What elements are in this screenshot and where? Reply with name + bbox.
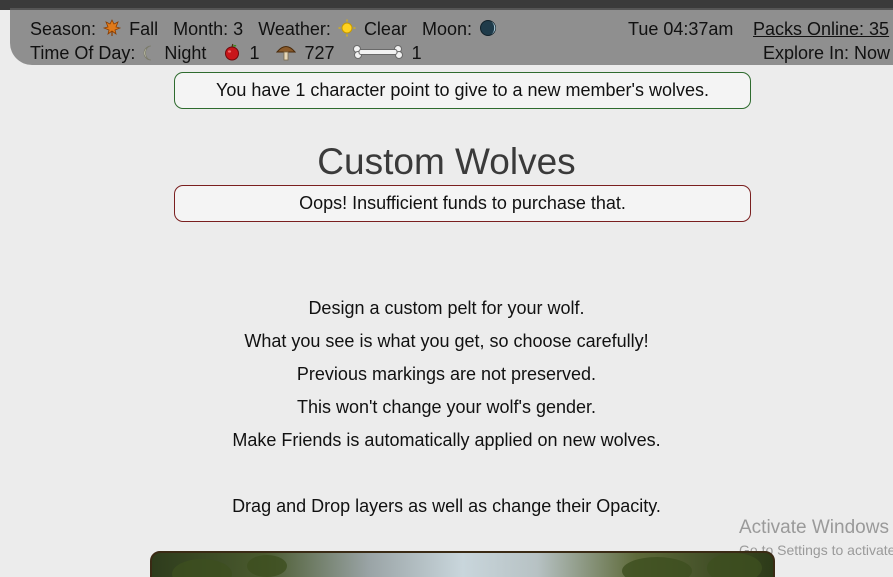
weather-label: Weather: bbox=[258, 19, 331, 39]
server-clock: Tue 04:37am bbox=[628, 19, 734, 39]
description-line: Previous markings are not preserved. bbox=[296, 364, 597, 384]
description-line: Drag and Drop layers as well as change t… bbox=[232, 496, 661, 516]
status-row-bottom: Time Of Day: Night 1 727 1 bbox=[30, 43, 432, 66]
moon-phase-icon bbox=[479, 19, 497, 42]
moon-label: Moon: bbox=[421, 19, 472, 39]
crescent-moon-icon bbox=[142, 45, 156, 66]
status-row-top: Season: Fall Month: 3 Weather: Clear Moo… bbox=[30, 19, 500, 42]
page-title: Custom Wolves bbox=[317, 141, 576, 182]
season-label: Season: bbox=[30, 19, 97, 39]
foliage-shape bbox=[172, 559, 232, 577]
bone-icon bbox=[352, 43, 404, 66]
time-of-day-value: Night bbox=[164, 43, 207, 63]
explore-status: Explore In: Now bbox=[763, 43, 891, 63]
maple-leaf-icon bbox=[102, 19, 122, 42]
description-line: Make Friends is automatically applied on… bbox=[232, 430, 661, 450]
wolf-preview-canvas[interactable] bbox=[150, 551, 775, 577]
apple-icon bbox=[223, 43, 241, 66]
weather-value: Clear bbox=[363, 19, 407, 39]
apple-count: 1 bbox=[249, 43, 260, 63]
foliage-shape bbox=[622, 557, 692, 577]
page: Season: Fall Month: 3 Weather: Clear Moo… bbox=[0, 0, 893, 577]
time-of-day-label: Time Of Day: bbox=[30, 43, 136, 63]
activate-windows-title: Activate Windows bbox=[739, 517, 889, 538]
mushroom-count: 727 bbox=[304, 43, 335, 63]
description-line: This won't change your wolf's gender. bbox=[296, 397, 597, 417]
sun-icon bbox=[338, 19, 356, 42]
status-bar: Season: Fall Month: 3 Weather: Clear Moo… bbox=[10, 8, 893, 65]
month-label: Month: bbox=[173, 19, 229, 39]
foliage-shape bbox=[247, 555, 287, 577]
character-points-notice: You have 1 character point to give to a … bbox=[174, 72, 751, 109]
packs-online-link[interactable]: Packs Online: 35 bbox=[753, 19, 889, 40]
month-value: 3 bbox=[233, 19, 244, 39]
error-notice: Oops! Insufficient funds to purchase tha… bbox=[174, 185, 751, 222]
bone-count: 1 bbox=[411, 43, 422, 63]
season-value: Fall bbox=[129, 19, 159, 39]
foliage-shape bbox=[707, 553, 762, 577]
description-line: What you see is what you get, so choose … bbox=[244, 331, 649, 351]
mushroom-icon bbox=[276, 43, 297, 66]
description-line: Design a custom pelt for your wolf. bbox=[308, 298, 585, 318]
